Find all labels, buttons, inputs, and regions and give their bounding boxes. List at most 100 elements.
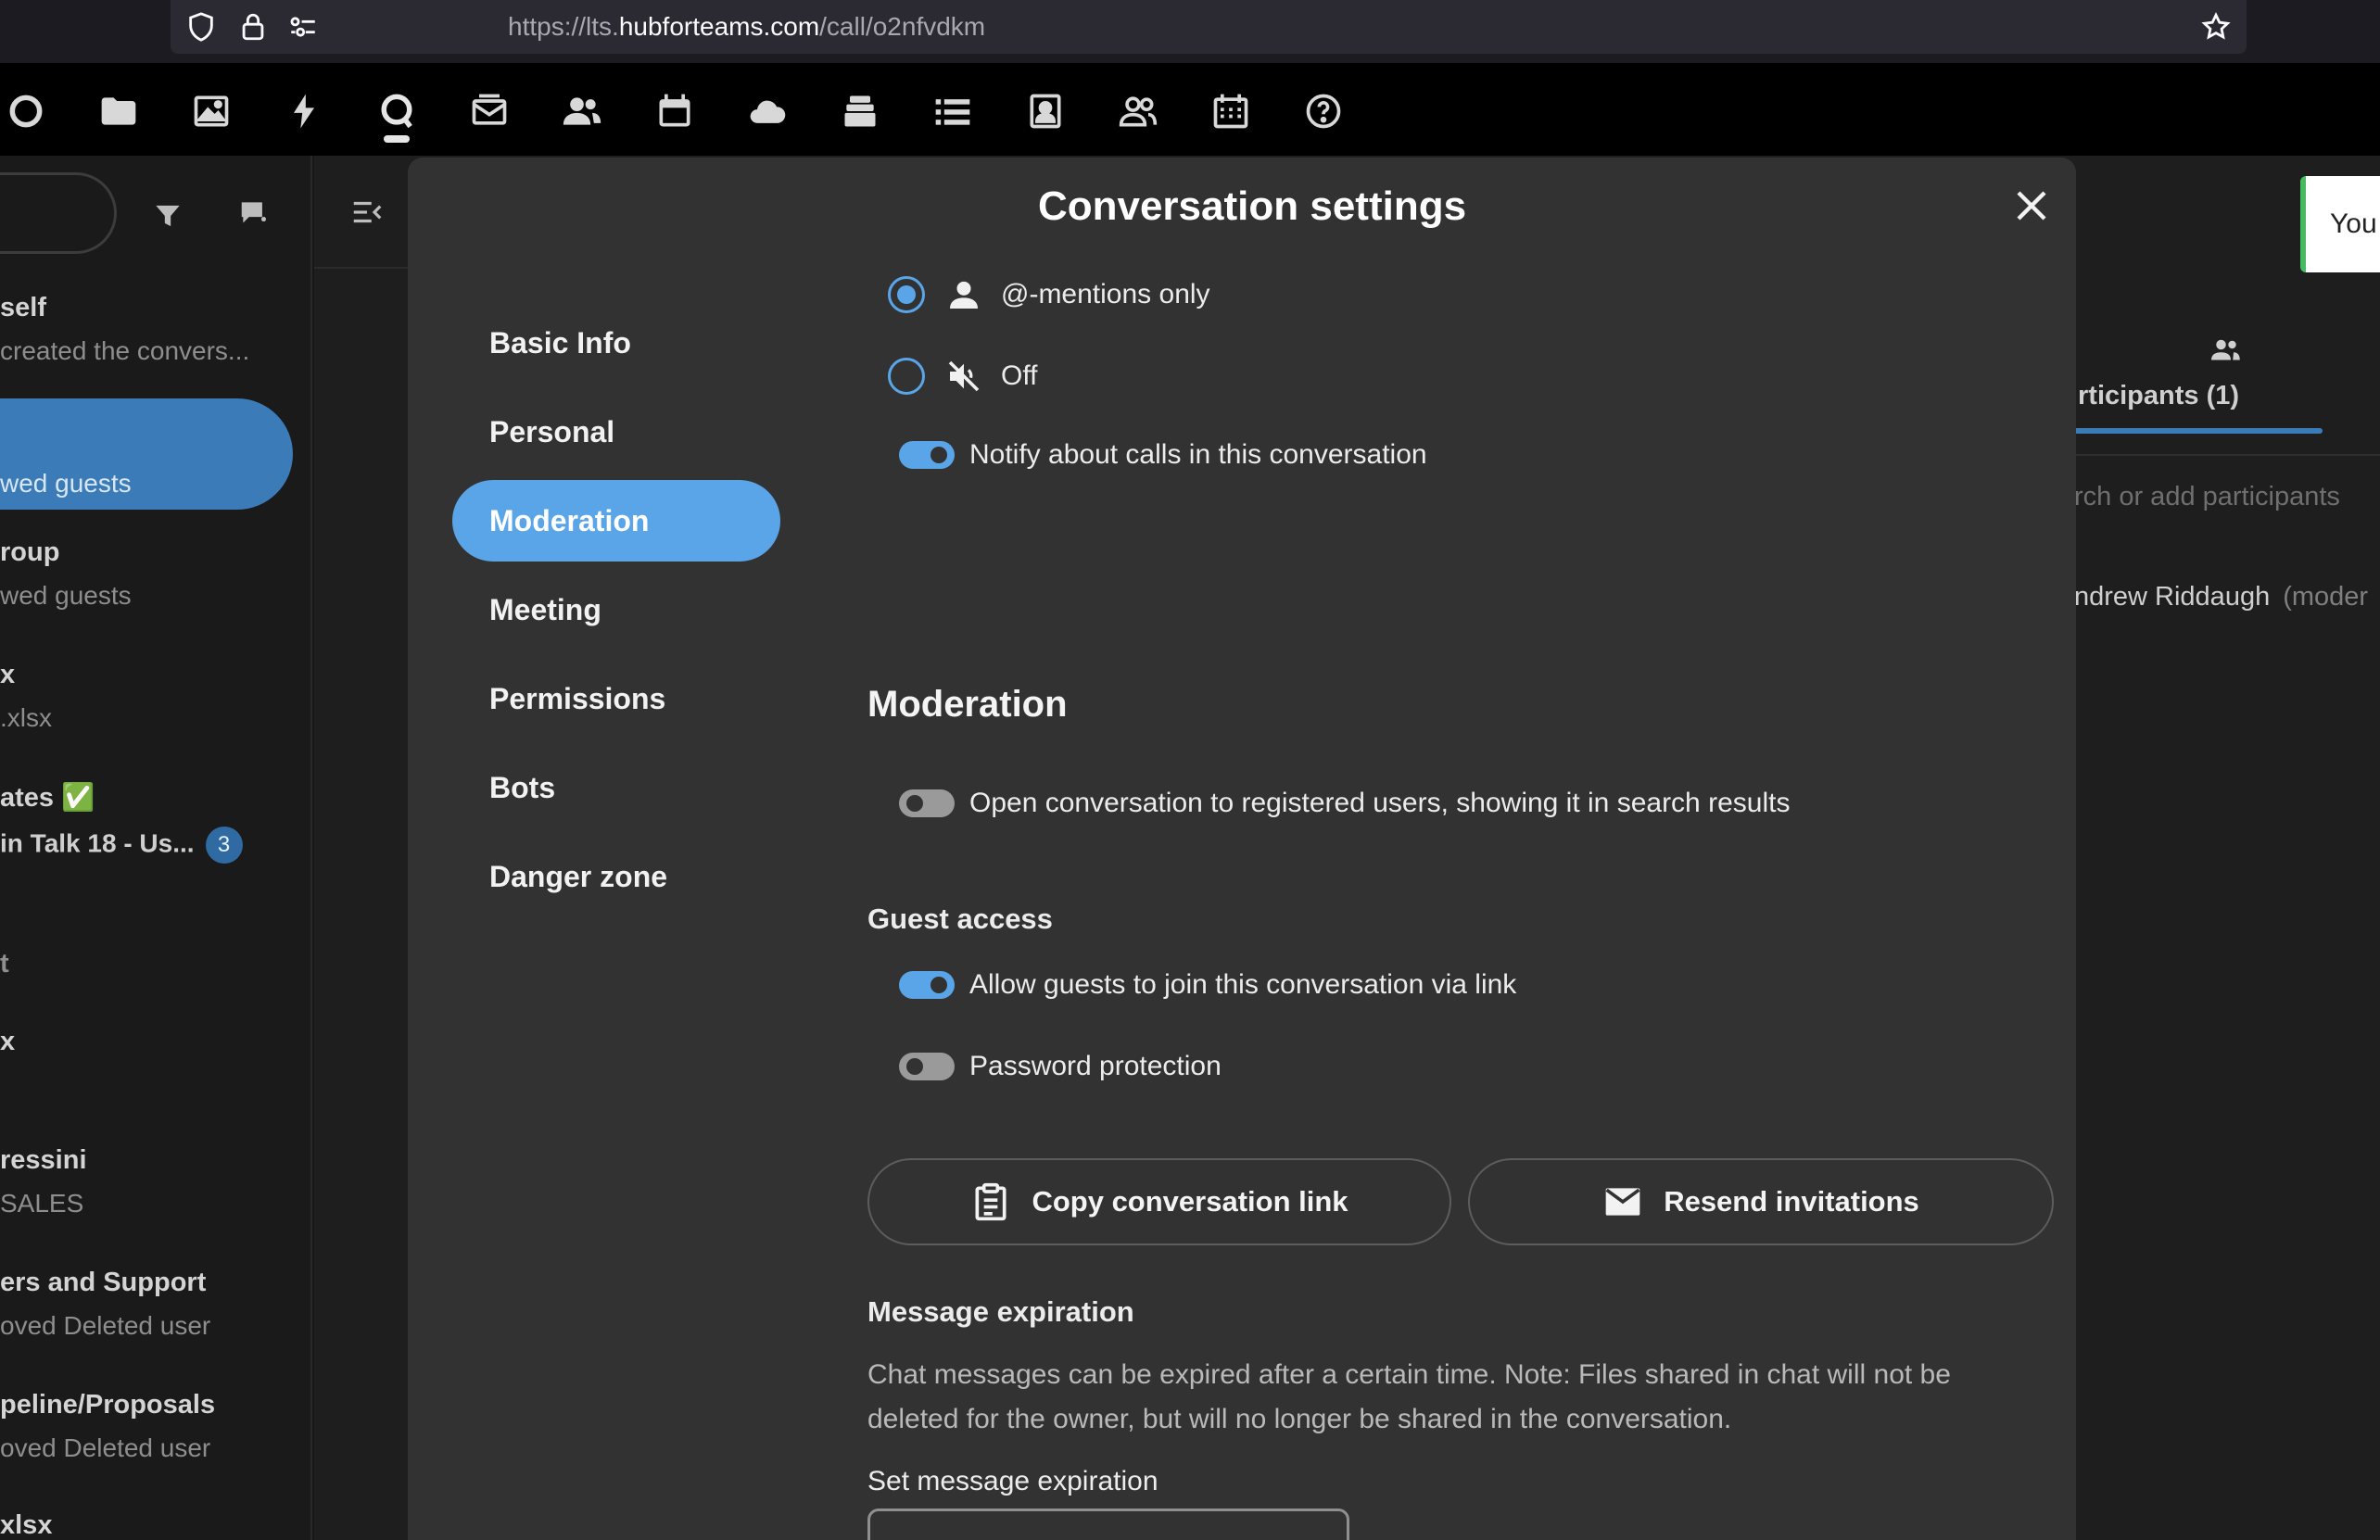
moderation-heading: Moderation [867,684,1068,725]
files-icon[interactable] [98,91,139,132]
off-radio[interactable] [888,358,925,395]
conversation-item[interactable]: ressini SALES [0,1145,297,1218]
conversation-title: peline/Proposals [0,1390,216,1420]
open-conversation-setting[interactable]: Open conversation to registered users, s… [877,788,1790,819]
tab-participants[interactable]: rticipants (1) [2074,334,2330,411]
nav-item-danger-zone[interactable]: Danger zone [452,836,780,917]
close-icon[interactable] [2009,183,2054,228]
contacts-icon[interactable] [562,91,602,132]
deck-icon[interactable] [840,91,880,132]
dashboard-icon[interactable] [6,91,46,132]
conversation-title: t [0,949,9,978]
conversation-subtitle: created the convers... [0,336,250,365]
allow-guests-toggle[interactable] [899,971,955,999]
talk-icon[interactable] [376,91,417,132]
participant-row[interactable]: ndrew Riddaugh (moder [2074,582,2368,612]
conversation-item[interactable]: t [0,949,297,979]
conversation-subtitle: SALES [0,1189,84,1218]
message-expiration-description: Chat messages can be expired after a cer… [867,1359,1951,1434]
active-app-indicator [384,135,410,143]
collapse-sidebar-icon[interactable] [349,195,385,230]
volume-off-icon [948,360,980,392]
cloud-icon[interactable] [747,91,788,132]
settings-navigation: Basic Info Personal Moderation Meeting P… [452,302,780,925]
resend-invitations-button[interactable]: Resend invitations [1468,1158,2054,1245]
user-card-icon[interactable] [1025,91,1066,132]
participants-icon [2211,339,2240,360]
conversation-title: ers and Support [0,1268,207,1297]
conversation-subtitle: in Talk 18 - Us... 3 [0,827,297,864]
conversation-item[interactable]: ers and Support oved Deleted user [0,1268,297,1341]
url-bar[interactable]: https://lts.hubforteams.com/call/o2nfvdk… [171,0,2247,54]
guest-access-heading: Guest access [867,903,1053,935]
conversation-title: x [0,1027,16,1056]
participants-tab-label: rticipants (1) [2078,381,2240,410]
set-message-expiration-label: Set message expiration [867,1466,1158,1496]
nav-item-meeting[interactable]: Meeting [452,569,780,650]
shield-icon[interactable] [185,11,217,43]
appointments-icon[interactable] [1210,91,1251,132]
conversation-item[interactable]: xlsx [0,1510,297,1540]
conversation-subtitle: wed guests [0,581,132,610]
new-conversation-icon[interactable] [237,196,272,232]
circles-icon[interactable] [1118,91,1158,132]
screen: https://lts.hubforteams.com/call/o2nfvdk… [0,0,2380,1540]
lock-icon[interactable] [237,11,269,43]
toast-notification[interactable]: You [2300,176,2380,272]
conversation-item[interactable]: peline/Proposals oved Deleted user [0,1390,297,1463]
mentions-radio[interactable] [888,276,925,313]
calendar-icon[interactable] [654,91,695,132]
url-prefix: https://lts. [508,12,619,41]
nav-item-bots[interactable]: Bots [452,747,780,828]
conversation-item[interactable]: roup wed guests [0,537,297,611]
filter-icon[interactable] [150,198,185,234]
nav-item-moderation[interactable]: Moderation [452,480,780,562]
person-icon [950,281,978,309]
notification-mentions-option[interactable]: @-mentions only [888,276,1210,313]
url-path: /call/o2nfvdkm [819,12,986,41]
conversation-item[interactable]: x .xlsx [0,660,297,733]
tasks-icon[interactable] [932,91,973,132]
conversation-item[interactable]: self created the convers... [0,293,297,366]
app-header [0,63,2380,156]
conversation-title: xlsx [0,1510,53,1540]
notify-calls-setting[interactable]: Notify about calls in this conversation [877,439,1427,471]
conversation-item[interactable]: x [0,1027,297,1057]
url-text[interactable]: https://lts.hubforteams.com/call/o2nfvdk… [508,11,985,43]
activity-icon[interactable] [284,91,324,132]
notification-off-option[interactable]: Off [888,358,1037,395]
browser-toolbar: https://lts.hubforteams.com/call/o2nfvdk… [0,0,2380,63]
nav-item-personal[interactable]: Personal [452,391,780,473]
password-protection-setting[interactable]: Password protection [877,1051,1222,1082]
password-protection-toggle[interactable] [899,1053,955,1080]
nav-item-basic-info[interactable]: Basic Info [452,302,780,384]
mentions-label: @-mentions only [1001,279,1210,309]
photos-icon[interactable] [191,91,232,132]
message-expiration-heading: Message expiration [867,1295,1134,1328]
conversation-search-input[interactable] [0,172,117,254]
divider [2074,454,2380,456]
conversation-item[interactable]: ates ✅ in Talk 18 - Us... 3 [0,782,297,864]
bookmark-star-icon[interactable] [2200,11,2232,43]
notify-calls-toggle[interactable] [899,441,955,469]
conversation-item[interactable]: wed guests [0,456,297,499]
allow-guests-setting[interactable]: Allow guests to join this conversation v… [877,969,1516,1001]
notify-calls-label: Notify about calls in this conversation [969,439,1427,470]
open-conversation-toggle[interactable] [899,789,955,817]
site-permissions-icon[interactable] [287,11,319,43]
conversation-title: ressini [0,1145,87,1175]
allow-guests-label: Allow guests to join this conversation v… [969,969,1517,1000]
conversation-subtitle: oved Deleted user [0,1433,211,1462]
help-icon[interactable] [1303,91,1344,132]
conversation-list: self created the convers... wed guests r… [0,156,312,1540]
modal-title: Conversation settings [1037,183,1467,229]
message-expiration-select[interactable] [867,1508,1349,1540]
copy-conversation-link-button[interactable]: Copy conversation link [867,1158,1451,1245]
conversation-subtitle: oved Deleted user [0,1311,211,1340]
copy-link-label: Copy conversation link [1032,1185,1348,1218]
mail-icon[interactable] [469,91,510,132]
nav-item-permissions[interactable]: Permissions [452,658,780,739]
conversation-title: roup [0,537,60,567]
clipboard-icon [975,1182,1006,1221]
participant-search-input[interactable]: rch or add participants [2074,482,2340,512]
